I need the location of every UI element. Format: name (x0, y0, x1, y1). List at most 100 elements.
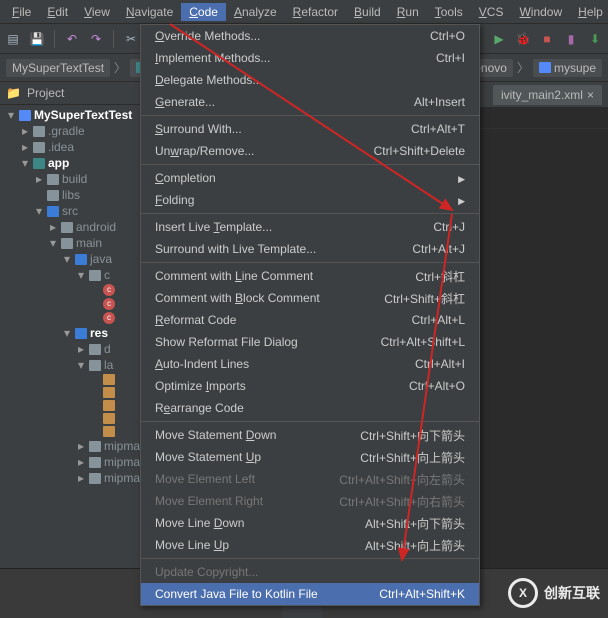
menu-refactor[interactable]: Refactor (285, 3, 346, 21)
chevron-right-icon: 〉 (114, 59, 126, 76)
menu-item[interactable]: Unwrap/Remove... Ctrl+Shift+Delete (141, 140, 479, 162)
menu-item[interactable]: Comment with Block CommentCtrl+Shift+斜杠 (141, 287, 479, 309)
menu-item-label: Move Statement Up (155, 450, 261, 464)
menu-separator (141, 262, 479, 263)
menu-item[interactable]: Optimize Imports Ctrl+Alt+O (141, 375, 479, 397)
menu-item[interactable]: Override Methods...Ctrl+O (141, 25, 479, 47)
crumb-project[interactable]: MySuperTextTest (6, 59, 110, 77)
menu-item: Move Element RightCtrl+Alt+Shift+向右箭头 (141, 490, 479, 512)
tree-arrow-icon[interactable]: ▾ (20, 156, 30, 170)
menu-item[interactable]: Show Reformat File DialogCtrl+Alt+Shift+… (141, 331, 479, 353)
menu-build[interactable]: Build (346, 3, 389, 21)
menu-help[interactable]: Help (570, 3, 608, 21)
menu-item[interactable]: Folding (141, 189, 479, 211)
menu-item-label: Insert Live Template... (155, 220, 272, 234)
project-icon: 📁 (6, 86, 21, 100)
folder-icon (61, 222, 73, 233)
tree-arrow-icon[interactable]: ▾ (62, 252, 72, 266)
menu-view[interactable]: View (76, 3, 118, 21)
crumb-path[interactable]: mysupe (533, 59, 602, 77)
source-folder-icon (47, 206, 59, 217)
xml-icon (103, 400, 115, 411)
menu-item-label: Rearrange Code (155, 401, 244, 415)
menu-item-shortcut: Ctrl+O (430, 29, 465, 43)
tree-arrow-icon[interactable]: ▾ (76, 358, 86, 372)
cut-icon[interactable]: ✂ (122, 30, 140, 48)
watermark-logo-icon: X (508, 578, 538, 608)
menu-tools[interactable]: Tools (427, 3, 471, 21)
menu-item-label: Optimize Imports (155, 379, 246, 393)
tree-arrow-icon[interactable]: ▾ (76, 268, 86, 282)
tree-arrow-icon[interactable]: ▸ (20, 124, 30, 138)
menu-item[interactable]: Implement Methods...Ctrl+I (141, 47, 479, 69)
menu-item-label: Move Element Right (155, 494, 263, 508)
close-icon[interactable]: × (587, 88, 594, 102)
watermark-text: 创新互联 (544, 583, 600, 603)
menu-item-label: Comment with Line Comment (155, 269, 313, 283)
menu-item-label: Unwrap/Remove... (155, 144, 254, 158)
panel-title: Project (27, 86, 64, 100)
tree-arrow-icon[interactable]: ▸ (76, 342, 86, 356)
tree-arrow-icon[interactable]: ▾ (34, 204, 44, 218)
project-icon (19, 110, 31, 121)
menu-item-shortcut: Ctrl+Alt+J (412, 242, 465, 256)
menu-item-shortcut: Ctrl+Alt+Shift+向左箭头 (339, 471, 465, 488)
menu-file[interactable]: File (4, 3, 39, 21)
sdk-icon[interactable]: ⬇ (586, 30, 604, 48)
menu-item[interactable]: Insert Live Template...Ctrl+J (141, 216, 479, 238)
undo-icon[interactable]: ↶ (63, 30, 81, 48)
menu-item[interactable]: Move Line UpAlt+Shift+向上箭头 (141, 534, 479, 556)
open-icon[interactable]: ▤ (4, 30, 22, 48)
crumb-label: MySuperTextTest (12, 61, 104, 75)
redo-icon[interactable]: ↷ (87, 30, 105, 48)
menu-navigate[interactable]: Navigate (118, 3, 181, 21)
tree-arrow-icon[interactable]: ▸ (76, 455, 86, 469)
menu-item-shortcut: Alt+Insert (414, 95, 465, 109)
menu-item[interactable]: Generate...Alt+Insert (141, 91, 479, 113)
tree-arrow-icon[interactable]: ▸ (76, 471, 86, 485)
menu-item[interactable]: Rearrange Code (141, 397, 479, 419)
menu-item: Move Element LeftCtrl+Alt+Shift+向左箭头 (141, 468, 479, 490)
menu-item-shortcut: Ctrl+Alt+Shift+K (379, 587, 465, 601)
tree-arrow-icon[interactable]: ▸ (34, 172, 44, 186)
menu-item[interactable]: Move Statement Up Ctrl+Shift+向上箭头 (141, 446, 479, 468)
menu-item[interactable]: Move Line DownAlt+Shift+向下箭头 (141, 512, 479, 534)
menu-item-shortcut: Ctrl+Shift+Delete (374, 144, 465, 158)
menu-item-label: Surround With... (155, 122, 242, 136)
tree-label: res (90, 326, 108, 340)
menu-item[interactable]: Convert Java File to Kotlin FileCtrl+Alt… (141, 583, 479, 605)
avd-icon[interactable]: ▮ (562, 30, 580, 48)
tree-arrow-icon[interactable]: ▾ (6, 108, 16, 122)
menu-item[interactable]: Delegate Methods... (141, 69, 479, 91)
menu-window[interactable]: Window (511, 3, 570, 21)
tree-arrow-icon[interactable]: ▾ (62, 326, 72, 340)
debug-icon[interactable]: 🐞 (514, 30, 532, 48)
menu-item[interactable]: Completion (141, 167, 479, 189)
save-icon[interactable]: 💾 (28, 30, 46, 48)
menu-item[interactable]: Reformat CodeCtrl+Alt+L (141, 309, 479, 331)
stop-icon[interactable]: ■ (538, 30, 556, 48)
menu-item[interactable]: Auto-Indent LinesCtrl+Alt+I (141, 353, 479, 375)
menu-item-shortcut: Ctrl+Shift+向上箭头 (360, 449, 465, 466)
menu-item-label: Move Line Up (155, 538, 229, 552)
menu-item[interactable]: Comment with Line CommentCtrl+斜杠 (141, 265, 479, 287)
run-icon[interactable]: ▶ (490, 30, 508, 48)
tree-arrow-icon[interactable]: ▾ (48, 236, 58, 250)
tree-arrow-icon[interactable]: ▸ (76, 439, 86, 453)
tree-arrow-icon[interactable]: ▸ (48, 220, 58, 234)
editor-tab[interactable]: ivity_main2.xml× (493, 85, 602, 105)
menu-run[interactable]: Run (389, 3, 427, 21)
menu-edit[interactable]: Edit (39, 3, 76, 21)
tree-label: app (48, 156, 69, 170)
menu-vcs[interactable]: VCS (471, 3, 512, 21)
menu-item[interactable]: Surround with Live Template...Ctrl+Alt+J (141, 238, 479, 260)
tree-label: java (90, 252, 112, 266)
menu-item[interactable]: Surround With...Ctrl+Alt+T (141, 118, 479, 140)
tree-label: main (76, 236, 102, 250)
menu-item-shortcut: Ctrl+Alt+O (409, 379, 465, 393)
tree-arrow-icon[interactable]: ▸ (20, 140, 30, 154)
menu-analyze[interactable]: Analyze (226, 3, 285, 21)
menu-item[interactable]: Move Statement DownCtrl+Shift+向下箭头 (141, 424, 479, 446)
class-icon: c (103, 312, 115, 324)
menu-code[interactable]: Code (181, 3, 226, 21)
